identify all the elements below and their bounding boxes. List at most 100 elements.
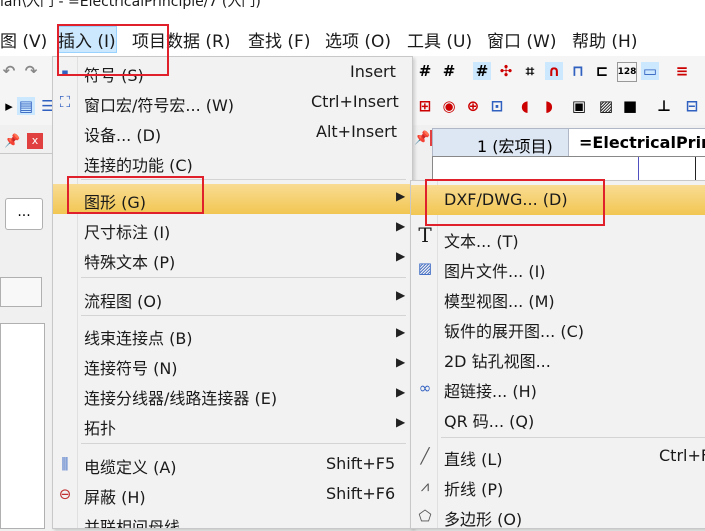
lines-icon[interactable]: ≡ xyxy=(673,62,691,80)
menu-separator xyxy=(81,315,406,316)
tab-electrical[interactable]: =ElectricalPrinc xyxy=(568,128,705,158)
route-icon[interactable]: ⊏ xyxy=(593,62,611,80)
menu-item-harness-point[interactable]: 线束连接点 (B) ▶ xyxy=(53,320,412,350)
wire-icon[interactable]: ⊟ xyxy=(683,97,701,115)
menu-item-label: 连接符号 (N) xyxy=(84,359,178,378)
annotation-box-insert xyxy=(57,24,169,76)
menu-item-connection-symbol[interactable]: 连接符号 (N) ▶ xyxy=(53,350,412,380)
tab-electrical-label: =ElectricalPrinc xyxy=(579,133,705,152)
tab-macro-project[interactable]: 1 (宏项目) xyxy=(432,128,570,158)
menu-item-2d-drill-view[interactable]: 2D 钻孔视图... xyxy=(411,343,705,373)
menu-item-label: QR 码... (Q) xyxy=(444,412,535,431)
menu-window[interactable]: 窗口 (W) xyxy=(487,27,556,52)
menu-item-label: 连接分线器/线路连接器 (E) xyxy=(84,389,278,408)
menu-tools[interactable]: 工具 (U) xyxy=(407,27,472,52)
macro-icon: ⛶ xyxy=(59,93,71,111)
menu-item-line[interactable]: ╱ 直线 (L) Ctrl+F xyxy=(411,441,705,471)
menu-options[interactable]: 选项 (O) xyxy=(325,27,391,52)
submenu-arrow-icon: ▶ xyxy=(396,325,406,339)
menu-item-topology[interactable]: 拓扑 ▶ xyxy=(53,410,412,440)
busbar-icon[interactable]: ⊥ xyxy=(655,97,673,115)
menu-separator xyxy=(81,277,406,278)
symbol-icon[interactable]: ◉ xyxy=(440,97,458,115)
menu-item-text[interactable]: T 文本... (T) xyxy=(411,223,705,253)
cable-icon: ⫼ xyxy=(61,455,69,473)
submenu-arrow-icon: ▶ xyxy=(396,355,406,369)
menu-item-parallel-busbar[interactable]: 并联相间母线 xyxy=(53,509,412,528)
left-dock-panel: 📌 x ... xyxy=(0,125,52,529)
image-icon: ▨ xyxy=(417,259,433,277)
menu-find[interactable]: 查找 (F) xyxy=(248,27,310,52)
menu-item-device[interactable]: 设备... (D) Alt+Insert xyxy=(53,117,412,147)
plug-icon[interactable]: ◗ xyxy=(540,97,558,115)
submenu-arrow-icon: ▶ xyxy=(396,189,406,203)
menu-item-qr-code[interactable]: QR 码... (Q) xyxy=(411,403,705,433)
menu-item-splitter[interactable]: 连接分线器/线路连接器 (E) ▶ xyxy=(53,380,412,410)
hatch-icon[interactable]: ▨ xyxy=(597,97,615,115)
menu-item-dimension[interactable]: 尺寸标注 (I) ▶ xyxy=(53,214,412,244)
menu-item-label: 图片文件... (I) xyxy=(444,262,546,281)
component-icon[interactable]: ⊞ xyxy=(416,97,434,115)
menu-item-sheet-unfold[interactable]: 钣件的展开图... (C) xyxy=(411,313,705,343)
menu-separator xyxy=(441,437,705,438)
panel-tree[interactable] xyxy=(0,323,45,529)
shield-icon: ⊖ xyxy=(58,485,72,503)
terminal-icon[interactable]: ◖ xyxy=(516,97,534,115)
menu-item-cable-definition[interactable]: ⫼ 电缆定义 (A) Shift+F5 xyxy=(53,449,412,479)
menu-item-connected-function[interactable]: 连接的功能 (C) xyxy=(53,147,412,177)
menu-view[interactable]: 图 (V) xyxy=(0,27,47,52)
menu-item-label: 尺寸标注 (I) xyxy=(84,223,171,242)
menu-item-label: 折线 (P) xyxy=(444,480,504,499)
connect-icon[interactable]: ⊓ xyxy=(569,62,587,80)
scale-icon[interactable]: 128 xyxy=(617,62,637,82)
grid-snap-icon[interactable]: # xyxy=(473,62,491,80)
menu-item-polyline[interactable]: ⩘ 折线 (P) xyxy=(411,471,705,501)
menu-item-label: 屏蔽 (H) xyxy=(84,488,146,507)
pin-icon[interactable]: 📌 xyxy=(4,134,20,149)
magnet-icon[interactable]: ∩ xyxy=(545,62,563,80)
menu-item-label: 模型视图... (M) xyxy=(444,292,555,311)
window-title-bar: lan\入门 - =ElectricalPrinciple/7 (入门) xyxy=(0,0,705,22)
contact-icon[interactable]: ⊕ xyxy=(464,97,482,115)
menu-item-shortcut: Shift+F5 xyxy=(326,454,396,473)
menu-item-model-view[interactable]: 模型视图... (M) xyxy=(411,283,705,313)
polygon-icon: ⬠ xyxy=(418,507,432,525)
grid-alt-icon[interactable]: # xyxy=(440,62,458,80)
polyline-icon: ⩘ xyxy=(420,477,430,495)
box-icon[interactable]: ▣ xyxy=(570,97,588,115)
panel-field[interactable] xyxy=(0,277,42,307)
browse-button[interactable]: ... xyxy=(5,198,43,230)
crosshair-icon[interactable]: ⌗ xyxy=(521,62,539,80)
menu-item-special-text[interactable]: 特殊文本 (P) ▶ xyxy=(53,244,412,274)
menu-item-hyperlink[interactable]: ∞ 超链接... (H) xyxy=(411,373,705,403)
submenu-arrow-icon: ▶ xyxy=(396,385,406,399)
snap-point-icon[interactable]: ✣ xyxy=(497,62,515,80)
menu-item-label: 钣件的展开图... (C) xyxy=(444,322,585,341)
page-tool-icon[interactable]: ▤ xyxy=(17,97,35,115)
menu-item-flowchart[interactable]: 流程图 (O) ▶ xyxy=(53,283,412,313)
menu-help[interactable]: 帮助 (H) xyxy=(572,27,637,52)
tab-macro-project-label: 1 (宏项目) xyxy=(477,137,553,156)
submenu-arrow-icon: ▶ xyxy=(396,288,406,302)
menu-item-label: 拓扑 xyxy=(84,419,117,438)
menu-item-shortcut: Shift+F6 xyxy=(326,484,396,503)
undo-icon[interactable]: ↶ xyxy=(0,62,18,80)
annotation-box-graphics xyxy=(67,176,204,214)
menu-item-shortcut: Ctrl+F xyxy=(659,446,705,465)
close-icon[interactable]: x xyxy=(27,133,43,149)
menu-item-shortcut: Insert xyxy=(350,62,396,81)
graphics-submenu: DXF/DWG... (D) T 文本... (T) ▨ 图片文件... (I)… xyxy=(410,180,705,529)
ruler-icon[interactable]: ▭ xyxy=(641,62,659,80)
device-icon[interactable]: ⊡ xyxy=(488,97,506,115)
menu-item-image-file[interactable]: ▨ 图片文件... (I) xyxy=(411,253,705,283)
redo-icon[interactable]: ↷ xyxy=(22,62,40,80)
pin-icon[interactable]: 📌 xyxy=(414,131,430,146)
fill-icon[interactable]: ■ xyxy=(621,97,639,115)
arrow-tool-icon[interactable]: ▸ xyxy=(0,97,18,115)
menu-item-label: 设备... (D) xyxy=(84,126,162,145)
grid-icon[interactable]: # xyxy=(416,62,434,80)
menu-item-label: 线束连接点 (B) xyxy=(84,329,193,348)
menu-item-window-macro[interactable]: ⛶ 窗口宏/符号宏... (W) Ctrl+Insert xyxy=(53,87,412,117)
menu-item-shield[interactable]: ⊖ 屏蔽 (H) Shift+F6 xyxy=(53,479,412,509)
insert-menu: ▪ 符号 (S) Insert ⛶ 窗口宏/符号宏... (W) Ctrl+In… xyxy=(52,56,413,529)
